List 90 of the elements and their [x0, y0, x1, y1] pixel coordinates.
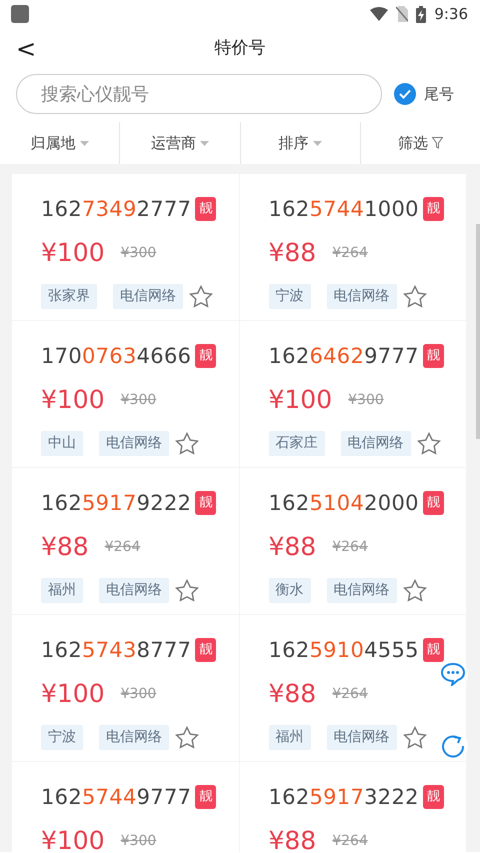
tag: 电信网络: [326, 725, 396, 750]
caret-icon: [312, 140, 322, 146]
phone-number: 16259179222: [41, 490, 192, 516]
phone-number: 16259173222: [268, 784, 419, 810]
star-icon[interactable]: [175, 578, 199, 602]
number-card[interactable]: 17007634666 靓 ¥100 ¥300 中山 电信网络: [12, 321, 238, 467]
tag: 电信网络: [99, 431, 169, 456]
checkmark-icon: [399, 89, 411, 99]
tag: 宁波: [41, 725, 83, 750]
number-card[interactable]: 16251042000 靓 ¥88 ¥264 衡水 电信网络: [240, 468, 466, 614]
tag: 张家界: [41, 284, 97, 309]
clock-time: 9:36: [434, 4, 468, 25]
back-button[interactable]: <: [10, 28, 42, 70]
sale-price: ¥100: [41, 679, 105, 709]
premium-badge: 靓: [422, 344, 444, 368]
phone-number: 16259104555: [268, 637, 419, 663]
sale-price: ¥100: [41, 826, 105, 852]
sale-price: ¥100: [41, 238, 105, 268]
notification-icon: [10, 4, 30, 24]
tag: 中山: [41, 431, 83, 456]
tag: 电信网络: [99, 725, 169, 750]
caret-icon: [200, 140, 209, 146]
phone-number: 16257438777: [41, 637, 192, 663]
number-card[interactable]: 16259104555 靓 ¥88 ¥264 福州 电信网络: [240, 615, 466, 761]
phone-number: 17007634666: [41, 343, 192, 369]
original-price: ¥300: [348, 390, 384, 410]
tag: 电信网络: [326, 284, 396, 309]
tag: 石家庄: [268, 431, 324, 456]
battery-charging-icon: [416, 6, 426, 22]
tag: 衡水: [268, 578, 310, 603]
star-icon[interactable]: [175, 726, 199, 750]
phone-number: 16257449777: [41, 784, 192, 810]
premium-badge: 靓: [195, 785, 216, 809]
number-card[interactable]: 16264629777 靓 ¥100 ¥300 石家庄 电信网络: [240, 321, 466, 467]
tag: 福州: [268, 725, 310, 750]
filter-icon: [432, 137, 443, 149]
number-card[interactable]: 16257438777 靓 ¥100 ¥300 宁波 电信网络: [12, 615, 238, 761]
no-sim-icon: [396, 6, 408, 22]
tag: 电信网络: [326, 578, 396, 603]
tag: 电信网络: [113, 284, 183, 309]
original-price: ¥300: [120, 390, 156, 410]
number-card[interactable]: 16257449777 靓 ¥100 ¥300: [12, 762, 238, 852]
scrollbar[interactable]: [476, 224, 480, 439]
sale-price: ¥88: [268, 532, 316, 562]
premium-badge: 靓: [422, 197, 444, 221]
premium-badge: 靓: [195, 197, 216, 221]
premium-badge: 靓: [422, 491, 444, 515]
wifi-icon: [370, 7, 388, 21]
number-card[interactable]: 16273492777 靓 ¥100 ¥300 张家界 电信网络: [12, 174, 238, 320]
tag: 福州: [41, 578, 83, 603]
star-icon[interactable]: [416, 432, 440, 456]
star-icon[interactable]: [402, 578, 426, 602]
phone-number: 16257441000: [268, 196, 419, 222]
sale-price: ¥88: [41, 532, 89, 562]
number-card[interactable]: 16259173222 靓 ¥88 ¥264: [240, 762, 466, 852]
tag: 电信网络: [340, 431, 410, 456]
tag: 宁波: [268, 284, 310, 309]
phone-number: 16273492777: [41, 196, 192, 222]
tag: 电信网络: [99, 578, 169, 603]
premium-badge: 靓: [195, 344, 216, 368]
sale-price: ¥100: [268, 385, 332, 415]
original-price: ¥264: [332, 244, 368, 262]
sale-price: ¥88: [268, 238, 316, 268]
search-field[interactable]: 搜索心仪靓号: [16, 74, 382, 114]
premium-badge: 靓: [195, 491, 216, 515]
premium-badge: 靓: [195, 638, 216, 662]
page-title: 特价号: [214, 37, 266, 60]
original-price: ¥300: [120, 684, 156, 704]
checkbox[interactable]: [394, 83, 416, 105]
phone-number: 16264629777: [268, 343, 419, 369]
sale-price: ¥88: [268, 826, 316, 852]
star-icon[interactable]: [189, 284, 213, 308]
sale-price: ¥100: [41, 385, 105, 415]
original-price: ¥300: [120, 832, 156, 850]
original-price: ¥264: [332, 538, 368, 556]
original-price: ¥264: [332, 832, 368, 850]
sale-price: ¥88: [268, 679, 316, 709]
checkbox-label: 尾号: [424, 84, 454, 105]
original-price: ¥264: [332, 684, 368, 704]
premium-badge: 靓: [422, 638, 444, 662]
original-price: ¥300: [120, 244, 156, 262]
caret-icon: [80, 140, 89, 146]
premium-badge: 靓: [422, 785, 444, 809]
star-icon[interactable]: [402, 284, 426, 308]
star-icon[interactable]: [402, 726, 426, 750]
star-icon[interactable]: [175, 432, 199, 456]
number-card[interactable]: 16259179222 靓 ¥88 ¥264 福州 电信网络: [12, 468, 238, 614]
phone-number: 16251042000: [268, 490, 419, 516]
original-price: ¥264: [104, 538, 140, 556]
number-card[interactable]: 16257441000 靓 ¥88 ¥264 宁波 电信网络: [240, 174, 466, 320]
